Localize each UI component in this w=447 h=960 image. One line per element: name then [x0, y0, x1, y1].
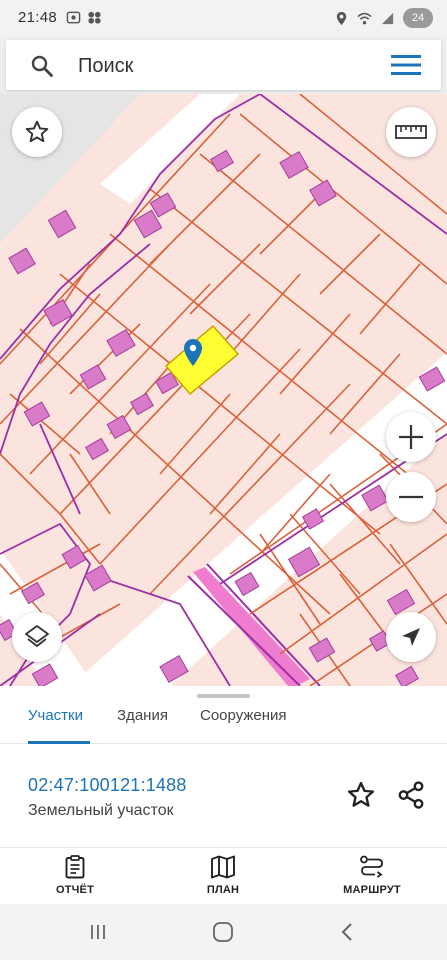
share-icon[interactable] — [396, 780, 426, 810]
ruler-button[interactable] — [386, 107, 436, 157]
search-input[interactable]: Поиск — [78, 55, 133, 78]
parcel-info-sheet: Участки Здания Сооружения 02:47:100121:1… — [0, 686, 447, 904]
route-icon — [360, 855, 383, 878]
status-time: 21:48 — [18, 9, 58, 26]
object-type-tabs: Участки Здания Сооружения — [0, 704, 447, 744]
favorite-map-button[interactable] — [12, 107, 62, 157]
layers-button[interactable] — [12, 612, 62, 662]
layers-icon — [25, 625, 49, 647]
status-notification-icons — [66, 10, 102, 25]
report-document-icon — [65, 855, 85, 879]
map-plan-icon — [211, 855, 235, 879]
route-button[interactable]: МАРШРУТ — [327, 855, 417, 896]
tab-structures[interactable]: Сооружения — [200, 707, 287, 724]
minus-icon — [399, 495, 423, 499]
tab-buildings[interactable]: Здания — [117, 707, 168, 724]
search-header: Поиск — [0, 36, 447, 94]
parcel-type: Земельный участок — [28, 802, 174, 819]
wifi-icon — [357, 12, 372, 24]
app-notification-icon — [88, 11, 101, 24]
zoom-in-button[interactable] — [386, 412, 436, 462]
zoom-out-button[interactable] — [386, 472, 436, 522]
favorite-parcel-star-icon[interactable] — [346, 780, 376, 810]
home-icon[interactable] — [211, 920, 235, 944]
parcel-card[interactable]: 02:47:100121:1488 Земельный участок — [0, 744, 447, 848]
report-button[interactable]: ОТЧЁТ — [30, 855, 120, 896]
bottom-action-bar: ОТЧЁТ ПЛАН МАРШРУТ — [0, 849, 447, 904]
signal-icon — [381, 12, 394, 24]
star-icon — [25, 120, 49, 143]
tab-parcels[interactable]: Участки — [28, 707, 83, 724]
map-canvas[interactable] — [0, 94, 447, 686]
plan-button[interactable]: ПЛАН — [178, 855, 268, 896]
sheet-drag-handle[interactable] — [197, 694, 250, 698]
menu-icon[interactable] — [391, 54, 421, 76]
screenshot-icon — [66, 11, 81, 24]
location-icon — [336, 11, 347, 25]
navigation-arrow-icon — [402, 628, 420, 646]
ruler-icon — [395, 125, 427, 139]
plan-label: ПЛАН — [206, 884, 240, 896]
recent-apps-icon[interactable] — [86, 920, 110, 944]
status-bar: 21:48 24 — [0, 0, 447, 36]
plus-icon — [399, 425, 423, 449]
my-location-button[interactable] — [386, 612, 436, 662]
cadastral-map[interactable] — [0, 94, 447, 686]
battery-indicator: 24 — [403, 8, 433, 28]
route-label: МАРШРУТ — [343, 884, 401, 896]
search-icon[interactable] — [30, 54, 54, 78]
system-navigation-bar — [0, 904, 447, 960]
report-label: ОТЧЁТ — [55, 884, 95, 896]
cadastral-number[interactable]: 02:47:100121:1488 — [28, 775, 187, 796]
search-bar[interactable]: Поиск — [6, 40, 441, 90]
back-icon[interactable] — [336, 920, 360, 944]
